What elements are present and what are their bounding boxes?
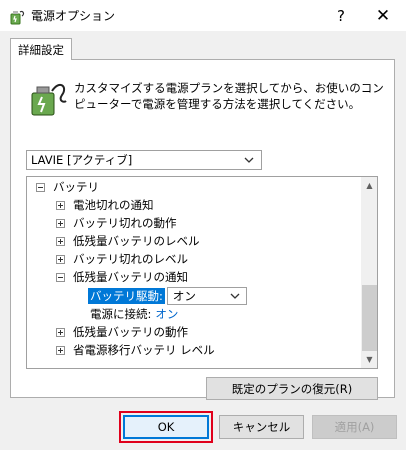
scroll-up-icon[interactable]: ▲: [361, 177, 377, 194]
collapse-icon[interactable]: [56, 272, 65, 282]
tree-item-label: 低残量バッテリのレベル: [73, 234, 200, 248]
on-battery-value: オン: [172, 289, 196, 303]
battery-power-icon: [31, 83, 67, 116]
tree-item-label: 電池切れの通知: [73, 198, 154, 212]
description-text: カスタマイズする電源プランを選択してから、お使いのコンピューターで電源を管理する…: [74, 81, 384, 111]
chevron-down-icon: [230, 293, 240, 299]
cancel-button[interactable]: キャンセル: [219, 415, 304, 439]
ok-button[interactable]: OK: [123, 415, 209, 439]
plugged-in-label: 電源に接続:: [90, 307, 152, 321]
tree-item-label: バッテリ: [53, 180, 99, 194]
plugged-in-value-link[interactable]: オン: [155, 306, 178, 322]
power-options-dialog: 電源オプション ? ✕ 詳細設定 カスタマイズする電源プランを選択してから、お使…: [0, 0, 406, 450]
expand-icon[interactable]: [56, 345, 65, 355]
scrollbar-thumb[interactable]: [362, 285, 377, 351]
tree-item[interactable]: バッテリ切れの動作: [56, 214, 177, 232]
tree-item[interactable]: 電池切れの通知: [56, 196, 154, 214]
tree-item-label: 低残量バッテリの動作: [73, 325, 188, 339]
tree-item[interactable]: 低残量バッテリの動作: [56, 323, 188, 341]
tree-item[interactable]: バッテリ: [36, 178, 99, 196]
tree-item[interactable]: 低残量バッテリの通知: [56, 268, 188, 286]
tree-item-label: 省電源移行バッテリ レベル: [73, 343, 215, 357]
power-plan-value: LAVIE [アクティブ]: [31, 153, 133, 167]
close-button[interactable]: ✕: [360, 0, 406, 31]
tab-advanced-settings[interactable]: 詳細設定: [10, 38, 72, 60]
title-bar[interactable]: 電源オプション ? ✕: [0, 0, 406, 31]
plugged-in-setting[interactable]: 電源に接続: オン: [90, 305, 178, 323]
expand-icon[interactable]: [56, 236, 65, 246]
help-button[interactable]: ?: [326, 0, 356, 31]
restore-defaults-button[interactable]: 既定のプランの復元(R): [206, 377, 378, 400]
on-battery-setting[interactable]: バッテリ駆動: オン: [88, 287, 247, 305]
on-battery-label: バッテリ駆動:: [88, 288, 165, 304]
expand-icon[interactable]: [56, 218, 65, 228]
power-plan-dropdown[interactable]: LAVIE [アクティブ]: [26, 150, 262, 170]
on-battery-dropdown[interactable]: オン: [166, 287, 247, 305]
tree-item-label: バッテリ切れのレベル: [73, 252, 188, 266]
expand-icon[interactable]: [56, 327, 65, 337]
power-options-icon: [10, 10, 25, 25]
scroll-down-icon[interactable]: ▼: [361, 351, 377, 368]
tree-item-label: 低残量バッテリの通知: [73, 270, 188, 284]
collapse-icon[interactable]: [36, 182, 45, 192]
tree-item[interactable]: 省電源移行バッテリ レベル: [56, 341, 215, 359]
apply-button[interactable]: 適用(A): [312, 415, 397, 439]
tree-item[interactable]: バッテリ切れのレベル: [56, 250, 188, 268]
tree-item[interactable]: 低残量バッテリのレベル: [56, 232, 200, 250]
tree-item-label: バッテリ切れの動作: [73, 216, 177, 230]
tree-scrollbar[interactable]: ▲ ▼: [361, 177, 377, 368]
expand-icon[interactable]: [56, 254, 65, 264]
window-title: 電源オプション: [31, 9, 116, 23]
chevron-down-icon: [244, 157, 254, 163]
settings-tree[interactable]: バッテリ 電池切れの通知 バッテリ切れの動作 低残量バッテリのレベル バッテリ切…: [26, 176, 378, 369]
expand-icon[interactable]: [56, 200, 65, 210]
